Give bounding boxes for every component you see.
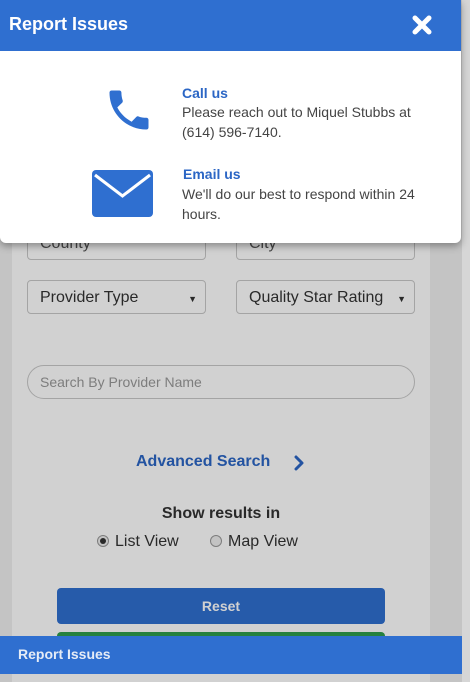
- call-us-text: Please reach out to Miquel Stubbs at (61…: [182, 104, 411, 140]
- envelope-icon: [92, 170, 153, 217]
- report-issues-modal: Report Issues Call us Please reach out t…: [0, 0, 461, 243]
- modal-title: Report Issues: [9, 14, 129, 34]
- call-us-title: Call us: [182, 85, 228, 101]
- modal-header: Report Issues: [0, 0, 461, 51]
- phone-icon: [109, 90, 149, 130]
- close-icon[interactable]: [408, 11, 436, 39]
- scrollbar-track[interactable]: [462, 0, 470, 682]
- footer-label: Report Issues: [18, 646, 111, 662]
- email-us-title: Email us: [183, 166, 241, 182]
- report-issues-footer[interactable]: Report Issues: [0, 636, 462, 674]
- email-us-text: We'll do our best to respond within 24 h…: [182, 186, 415, 222]
